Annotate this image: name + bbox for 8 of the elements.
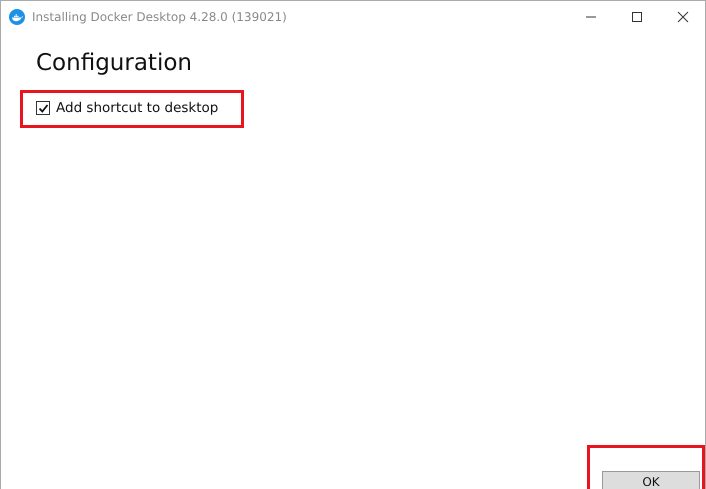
whale-icon [9,8,25,24]
checkbox[interactable] [36,101,50,115]
checkbox-label: Add shortcut to desktop [56,100,218,116]
window-title: Installing Docker Desktop 4.28.0 (139021) [32,10,287,24]
close-icon[interactable] [677,10,689,22]
maximize-icon[interactable] [631,10,643,22]
ok-button[interactable]: OK [602,471,700,489]
page-heading: Configuration [36,50,193,76]
